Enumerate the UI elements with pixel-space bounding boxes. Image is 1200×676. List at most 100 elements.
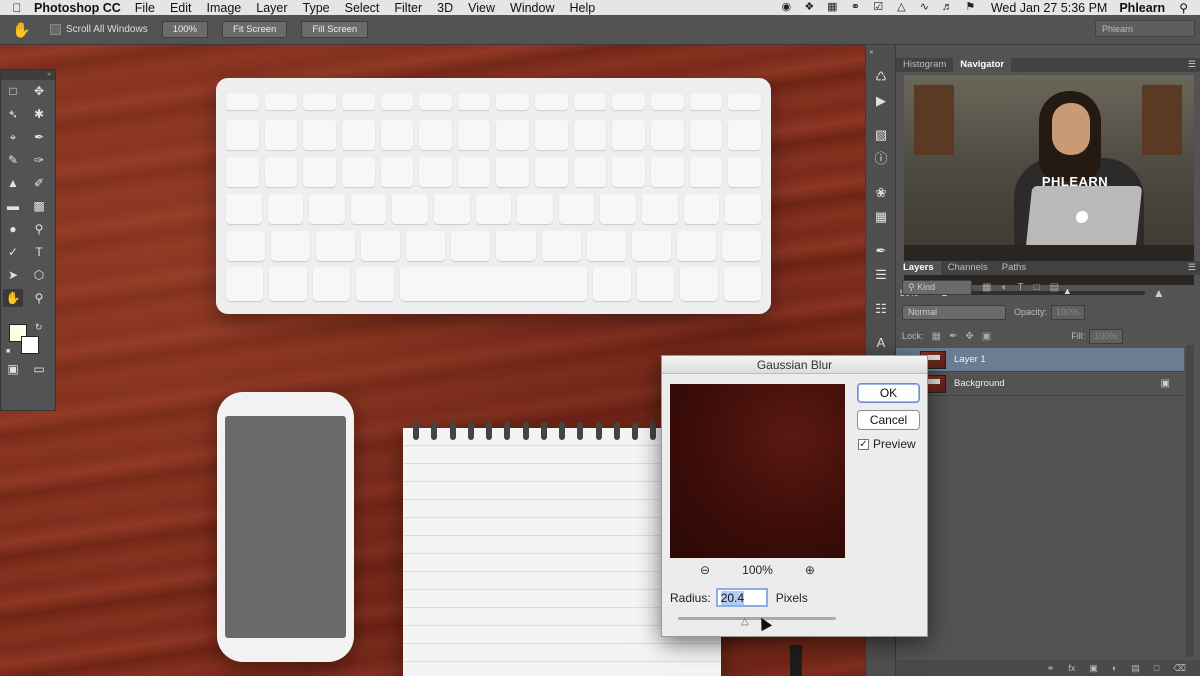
fill-input[interactable]: 100% [1089, 328, 1124, 344]
filter-pixel-icon[interactable]: ▦ [982, 282, 991, 293]
menu-3d[interactable]: 3D [437, 1, 453, 15]
magic-wand-tool-icon[interactable]: ✱ [29, 105, 49, 123]
zoom-in-icon[interactable]: ⊕ [805, 563, 815, 577]
tools-collapse-icon[interactable]: » [1, 70, 55, 80]
radius-input[interactable]: 20.4 [715, 588, 768, 607]
menu-clock[interactable]: Wed Jan 27 5:36 PM [991, 1, 1108, 15]
clone-stamp-tool-icon[interactable]: ▲ [3, 174, 23, 192]
brush-panel-icon[interactable]: ☰ [873, 267, 889, 283]
zoom-tool-icon[interactable]: ⚲ [29, 289, 49, 307]
swatches-panel-icon[interactable]: ▦ [873, 209, 889, 225]
fill-screen-button[interactable]: Fill Screen [301, 21, 369, 38]
lock-image-icon[interactable]: ✒ [949, 331, 957, 342]
menu-help[interactable]: Help [570, 1, 596, 15]
menu-filter[interactable]: Filter [394, 1, 422, 15]
opacity-input[interactable]: 100% [1051, 304, 1086, 320]
ok-button[interactable]: OK [857, 383, 920, 403]
app-menu[interactable]: Photoshop CC [34, 1, 121, 15]
quick-mask-icon[interactable]: ▣ [3, 360, 23, 378]
add-mask-icon[interactable]: ▣ [1089, 663, 1098, 674]
layer-row-layer-1[interactable]: ◉ Layer 1 [896, 348, 1184, 372]
layers-menu-icon[interactable]: ☰ [1188, 262, 1196, 273]
history-panel-icon[interactable]: ♺ [873, 69, 889, 85]
menu-select[interactable]: Select [345, 1, 380, 15]
menu-edit[interactable]: Edit [170, 1, 192, 15]
preview-checkbox[interactable]: ✓ [858, 438, 869, 450]
move-tool-icon[interactable]: ✥ [29, 82, 49, 100]
eraser-tool-icon[interactable]: ▬ [3, 197, 23, 215]
default-colors-icon[interactable]: ■ [6, 348, 10, 355]
hand-tool-preset-icon[interactable]: ✋ [12, 21, 42, 39]
type-tool-icon[interactable]: T [29, 243, 49, 261]
apple-menu-icon[interactable]:  [0, 1, 34, 15]
navigator-menu-icon[interactable]: ☰ [1188, 59, 1196, 70]
screen-mode-icon[interactable]: ▭ [29, 360, 49, 378]
adjustments-panel-icon[interactable]: ▧ [873, 127, 889, 143]
workspace-switcher[interactable]: Phlearn [1095, 20, 1195, 37]
creative-cloud-icon[interactable]: ⚭ [849, 2, 862, 13]
lock-position-icon[interactable]: ✥ [965, 331, 973, 342]
scroll-all-windows-checkbox[interactable] [50, 24, 61, 35]
shape-tool-icon[interactable]: ⬡ [29, 266, 49, 284]
record-icon[interactable]: ◉ [780, 2, 793, 13]
tab-navigator[interactable]: Navigator [953, 58, 1012, 72]
radius-slider-thumb[interactable]: △ [741, 616, 749, 627]
brush-tool-icon[interactable]: ✑ [29, 151, 49, 169]
properties-panel-icon[interactable]: ☷ [873, 301, 889, 317]
filter-adjustment-icon[interactable]: ◐ [1001, 282, 1007, 293]
cancel-button[interactable]: Cancel [857, 410, 920, 430]
fx-icon[interactable]: fx [1068, 663, 1075, 673]
hand-tool-icon[interactable]: ✋ [3, 289, 23, 307]
blend-mode-select[interactable]: Normal [902, 304, 1006, 320]
menu-layer[interactable]: Layer [256, 1, 287, 15]
preview-checkbox-row[interactable]: ✓ Preview [858, 437, 916, 451]
spotlight-search-icon[interactable]: ⚲ [1179, 1, 1188, 15]
airplay-icon[interactable]: △ [895, 2, 908, 13]
layer-row-background[interactable]: ◉ Background ▣ [896, 372, 1184, 396]
menu-user[interactable]: Phlearn [1119, 1, 1165, 15]
dropbox-icon[interactable]: ❖ [803, 2, 816, 13]
volume-icon[interactable]: ♬ [941, 2, 954, 13]
color-panel-icon[interactable]: ❀ [873, 185, 889, 201]
brush-presets-panel-icon[interactable]: ✒ [873, 243, 889, 259]
tab-paths[interactable]: Paths [995, 261, 1033, 275]
check-shield-icon[interactable]: ☑ [872, 2, 885, 13]
zoom-out-icon[interactable]: ⊖ [700, 563, 710, 577]
collapse-panels-icon[interactable]: × [869, 48, 874, 57]
menu-view[interactable]: View [468, 1, 495, 15]
menu-file[interactable]: File [135, 1, 155, 15]
lock-transparent-icon[interactable]: ▦ [932, 331, 941, 342]
menu-type[interactable]: Type [303, 1, 330, 15]
character-panel-icon[interactable]: A [873, 335, 889, 351]
menu-window[interactable]: Window [510, 1, 554, 15]
adjustment-layer-icon[interactable]: ◐ [1112, 663, 1117, 673]
new-layer-icon[interactable]: □ [1154, 663, 1159, 673]
lock-all-icon[interactable]: ▣ [982, 331, 991, 342]
blur-tool-icon[interactable]: ● [3, 220, 23, 238]
tab-histogram[interactable]: Histogram [896, 58, 953, 72]
history-brush-tool-icon[interactable]: ✐ [29, 174, 49, 192]
layers-scrollbar[interactable] [1186, 345, 1194, 657]
new-group-icon[interactable]: ▤ [1131, 663, 1140, 674]
info-panel-icon[interactable]: ⓘ [873, 151, 889, 167]
dodge-tool-icon[interactable]: ⚲ [29, 220, 49, 238]
blur-preview[interactable] [670, 384, 845, 558]
pen-tool-icon[interactable]: ✓ [3, 243, 23, 261]
filter-smart-object-icon[interactable]: ▤ [1050, 282, 1059, 293]
lasso-tool-icon[interactable]: ➴ [3, 105, 23, 123]
grid-app-icon[interactable]: ▦ [826, 2, 839, 13]
path-selection-tool-icon[interactable]: ➤ [3, 266, 23, 284]
link-layers-icon[interactable]: ⚭ [1047, 663, 1055, 674]
menu-image[interactable]: Image [207, 1, 242, 15]
wifi-icon[interactable]: ∿ [918, 2, 931, 13]
tab-channels[interactable]: Channels [941, 261, 995, 275]
healing-brush-tool-icon[interactable]: ✎ [3, 151, 23, 169]
filter-type-icon[interactable]: T [1018, 282, 1024, 293]
fit-screen-button[interactable]: Fit Screen [222, 21, 288, 38]
delete-layer-icon[interactable]: ⌫ [1173, 663, 1186, 674]
tab-layers[interactable]: Layers [896, 261, 941, 275]
navigator-thumbnail[interactable]: PHLEARN [904, 75, 1194, 285]
dialog-title[interactable]: Gaussian Blur [662, 356, 927, 374]
crop-tool-icon[interactable]: ⌖ [3, 128, 23, 146]
filter-shape-icon[interactable]: □ [1034, 282, 1040, 293]
